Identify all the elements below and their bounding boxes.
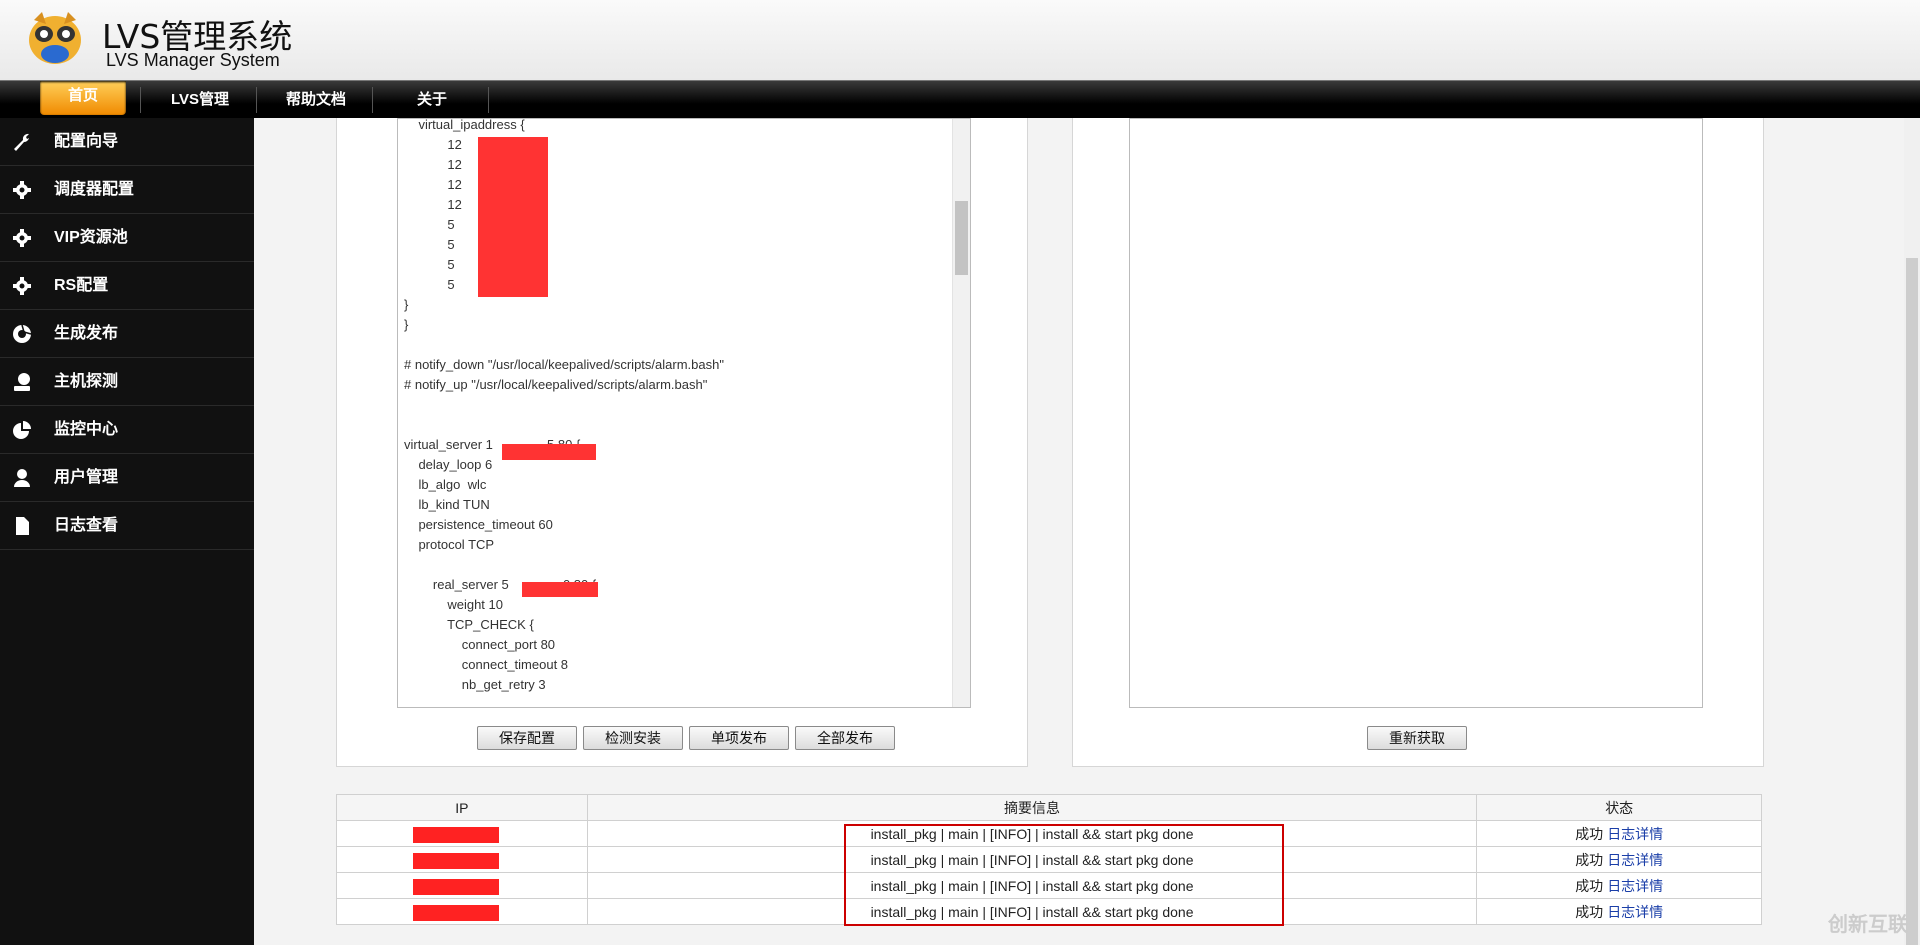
ip-cell: 5 6 <box>336 820 588 847</box>
sidebar-item-label: 配置向导 <box>54 133 119 150</box>
nav-separator <box>140 87 141 113</box>
status-cell: 成功 日志详情 <box>1476 872 1762 899</box>
nav-separator <box>256 87 257 113</box>
gear-icon <box>13 229 31 247</box>
aperture-icon <box>13 324 32 343</box>
user-icon <box>14 469 30 487</box>
result-panel: 重新获取 <box>1072 118 1764 767</box>
status-cell: 成功 日志详情 <box>1476 846 1762 873</box>
gear-icon <box>13 277 31 295</box>
window-scroll-thumb[interactable] <box>1906 258 1918 945</box>
log-detail-link[interactable]: 日志详情 <box>1607 826 1663 842</box>
redaction-block <box>502 444 596 460</box>
sidebar-item-label: 用户管理 <box>54 469 119 486</box>
nav-separator <box>488 87 489 113</box>
wrench-icon <box>14 133 29 151</box>
sidebar-item-generate-publish[interactable]: 生成发布 <box>0 310 254 358</box>
nav-about[interactable]: 关于 <box>382 81 482 119</box>
redaction-block <box>413 853 499 869</box>
nav-separator <box>372 87 373 113</box>
refetch-button[interactable]: 重新获取 <box>1367 726 1467 750</box>
single-publish-button[interactable]: 单项发布 <box>689 726 789 750</box>
sidebar-item-rs-config[interactable]: RS配置 <box>0 262 254 310</box>
window-scrollbar[interactable] <box>1904 118 1920 945</box>
nav-home[interactable]: 首页 <box>40 81 126 115</box>
document-icon <box>16 517 29 535</box>
status-text: 成功 <box>1575 851 1604 868</box>
pie-chart-icon <box>13 421 31 439</box>
config-scrollbar[interactable] <box>952 119 970 707</box>
top-navbar: 首页 LVS管理 帮助文档 关于 <box>0 80 1920 119</box>
sidebar-item-label: 调度器配置 <box>54 181 135 198</box>
mascot-logo-icon <box>29 12 81 64</box>
sidebar-item-config-wizard[interactable]: 配置向导 <box>0 118 254 166</box>
sidebar-item-label: VIP资源池 <box>54 229 128 246</box>
column-header-ip: IP <box>336 794 588 821</box>
column-header-summary: 摘要信息 <box>586 794 1478 821</box>
app-header: LVS管理系统 LVS Manager System <box>0 0 1920 80</box>
config-panel: virtual_ipaddress { 12 15 12 16 12 17 12… <box>336 118 1028 767</box>
nav-lvs-manage[interactable]: LVS管理 <box>150 81 250 119</box>
save-config-button[interactable]: 保存配置 <box>477 726 577 750</box>
column-header-status: 状态 <box>1476 794 1762 821</box>
sidebar-item-label: 监控中心 <box>54 421 119 438</box>
host-icon <box>14 373 30 391</box>
highlight-annotation-box <box>844 824 1284 926</box>
sidebar-item-scheduler-config[interactable]: 调度器配置 <box>0 166 254 214</box>
config-textarea[interactable]: virtual_ipaddress { 12 15 12 16 12 17 12… <box>397 118 971 708</box>
ip-cell: 5 7 <box>336 846 588 873</box>
log-detail-link[interactable]: 日志详情 <box>1607 904 1663 920</box>
ip-cell: 5 9 <box>336 898 588 925</box>
app-subtitle: LVS Manager System <box>106 50 280 70</box>
log-detail-link[interactable]: 日志详情 <box>1607 852 1663 868</box>
status-text: 成功 <box>1575 825 1604 842</box>
status-cell: 成功 日志详情 <box>1476 820 1762 847</box>
check-install-button[interactable]: 检测安装 <box>583 726 683 750</box>
sidebar-item-user-manage[interactable]: 用户管理 <box>0 454 254 502</box>
table-header-row: IP 摘要信息 状态 <box>336 794 1762 821</box>
sidebar-item-label: 生成发布 <box>54 325 119 342</box>
sidebar-item-vip-pool[interactable]: VIP资源池 <box>0 214 254 262</box>
sidebar-item-label: RS配置 <box>54 277 109 294</box>
redaction-block <box>413 879 499 895</box>
status-text: 成功 <box>1575 903 1604 920</box>
status-text: 成功 <box>1575 877 1604 894</box>
sidebar-item-monitor-center[interactable]: 监控中心 <box>0 406 254 454</box>
redaction-block <box>413 827 499 843</box>
redaction-block <box>478 137 548 297</box>
sidebar-item-log-view[interactable]: 日志查看 <box>0 502 254 550</box>
nav-help-docs[interactable]: 帮助文档 <box>266 81 366 119</box>
status-cell: 成功 日志详情 <box>1476 898 1762 925</box>
sidebar-item-host-probe[interactable]: 主机探测 <box>0 358 254 406</box>
main-content: virtual_ipaddress { 12 15 12 16 12 17 12… <box>254 118 1920 945</box>
sidebar-item-label: 日志查看 <box>54 517 119 534</box>
ip-cell: 5 8 <box>336 872 588 899</box>
gear-icon <box>13 181 31 199</box>
full-publish-button[interactable]: 全部发布 <box>795 726 895 750</box>
log-detail-link[interactable]: 日志详情 <box>1607 878 1663 894</box>
sidebar: 配置向导 调度器配置 VIP资源池 RS配置 生成发布 主机探测 监控中心 用户… <box>0 118 254 945</box>
redaction-block <box>522 582 598 597</box>
result-textarea[interactable] <box>1129 118 1703 708</box>
watermark: 创新互联 <box>1828 914 1908 936</box>
redaction-block <box>413 905 499 921</box>
sidebar-item-label: 主机探测 <box>54 373 119 390</box>
config-scroll-thumb[interactable] <box>955 201 968 275</box>
